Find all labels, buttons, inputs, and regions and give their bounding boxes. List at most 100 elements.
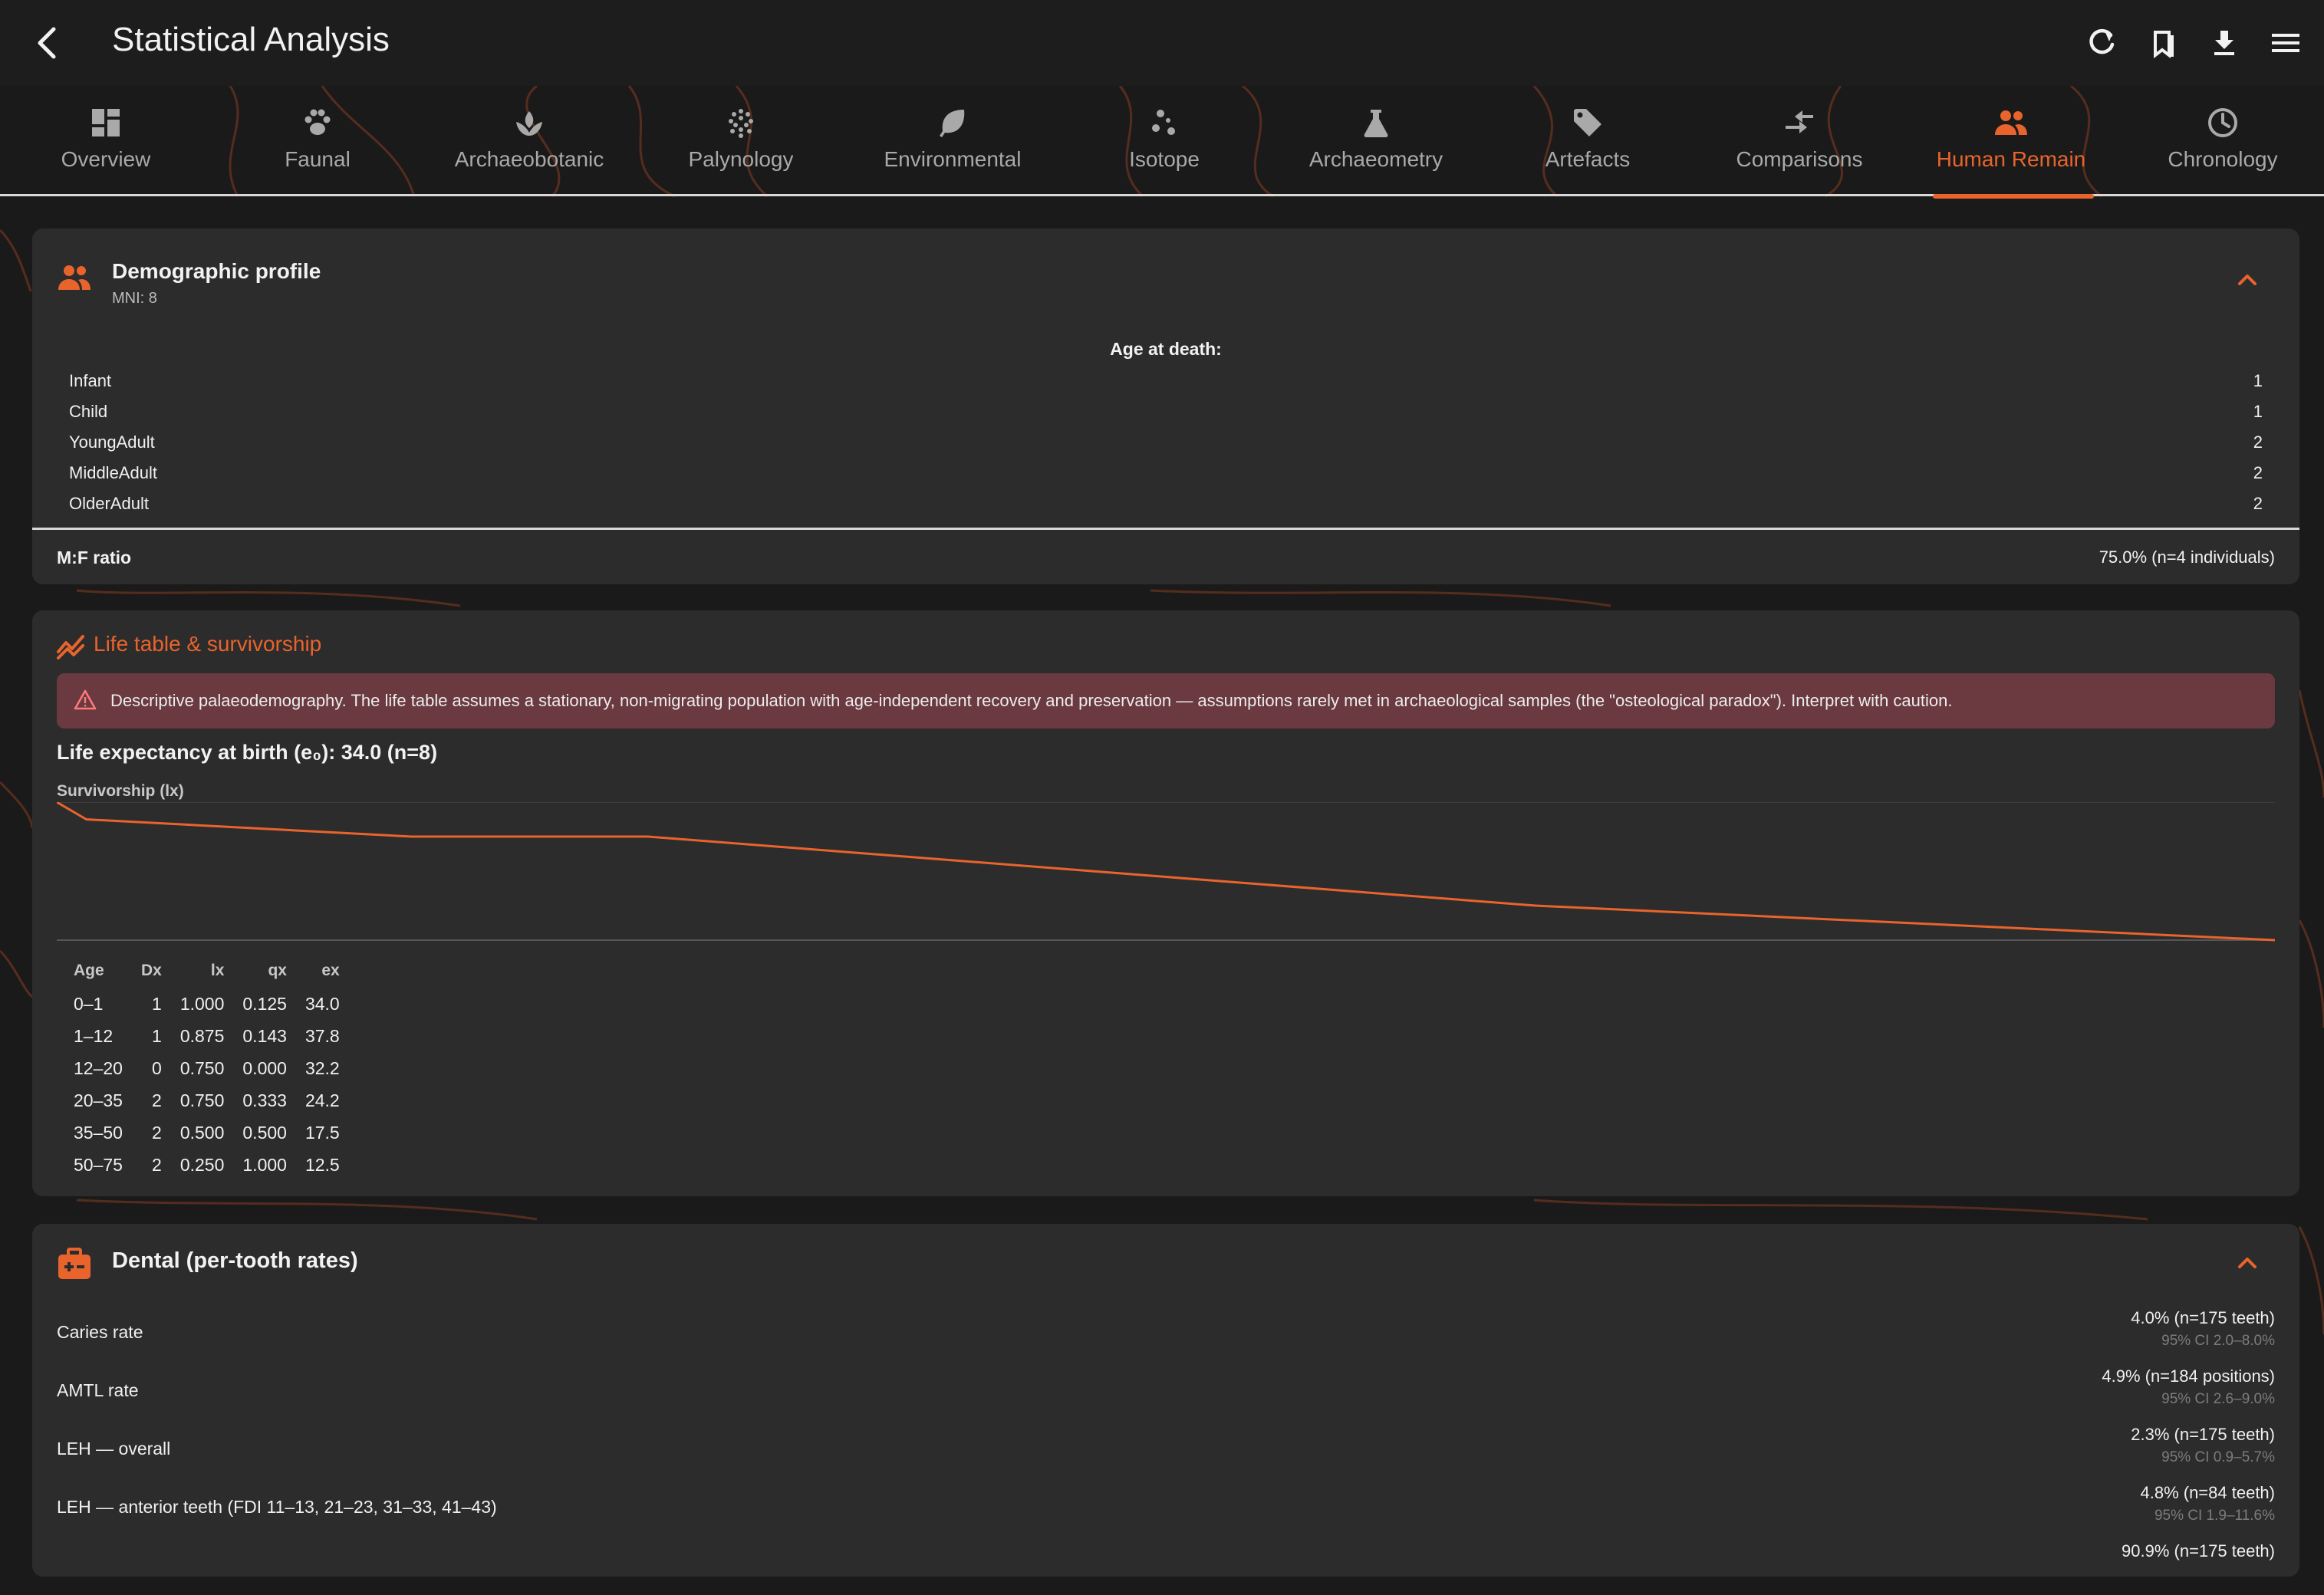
- table-row: 0–111.0000.12534.0: [64, 988, 349, 1020]
- pollen-icon: [723, 104, 759, 141]
- download-button[interactable]: [2194, 18, 2255, 67]
- dental-rate-label: LEH — anterior teeth (FDI 11–13, 21–23, …: [57, 1497, 497, 1518]
- tab-environmental[interactable]: Environmental: [847, 86, 1058, 196]
- age-category-count: 1: [2253, 371, 2263, 391]
- dental-rate-value: 90.9% (n=175 teeth): [2122, 1541, 2275, 1561]
- people-icon: [1993, 104, 2029, 141]
- life-table-cell: 32.2: [296, 1052, 349, 1084]
- life-table-cell: 0.750: [171, 1084, 234, 1116]
- life-table-cell: 0.125: [233, 988, 296, 1020]
- life-table-cell: 0.333: [233, 1084, 296, 1116]
- life-table-cell: 24.2: [296, 1084, 349, 1116]
- dental-rate-value: 4.8% (n=84 teeth): [2140, 1483, 2275, 1503]
- life-table-cell: 0: [132, 1052, 171, 1084]
- paw-icon: [299, 104, 336, 141]
- age-category-label: OlderAdult: [69, 494, 149, 514]
- trend-icon: [57, 632, 84, 663]
- life-table-cell: 1: [132, 988, 171, 1020]
- age-category-label: MiddleAdult: [69, 463, 157, 483]
- refresh-icon: [2085, 26, 2118, 60]
- life-table-cell: 1–12: [64, 1020, 132, 1052]
- compare-arrows-icon: [1781, 104, 1818, 141]
- age-category-label: YoungAdult: [69, 432, 155, 452]
- table-row: 12–2000.7500.00032.2: [64, 1052, 349, 1084]
- table-row: 20–3520.7500.33324.2: [64, 1084, 349, 1116]
- tab-chronology[interactable]: Chronology: [2117, 86, 2324, 196]
- dental-rate-row: 90.9% (n=175 teeth): [57, 1537, 2275, 1595]
- plant-icon: [511, 104, 548, 141]
- life-expectancy: Life expectancy at birth (e₀): 34.0 (n=8…: [57, 741, 437, 765]
- table-row: 50–7520.2501.00012.5: [64, 1149, 349, 1181]
- life-table-cell: 2: [132, 1149, 171, 1181]
- age-category-count: 2: [2253, 463, 2263, 483]
- flask-icon: [1358, 104, 1394, 141]
- demographic-profile-card: Demographic profile MNI: 8 Age at death:…: [32, 229, 2299, 584]
- collapse-button[interactable]: [2235, 267, 2260, 295]
- life-table-cell: 2: [132, 1084, 171, 1116]
- tab-comparisons[interactable]: Comparisons: [1694, 86, 1905, 196]
- life-table-cell: 0–1: [64, 988, 132, 1020]
- tab-faunal[interactable]: Faunal: [212, 86, 423, 196]
- age-at-death-heading: Age at death:: [32, 339, 2299, 360]
- dashboard-icon: [87, 104, 124, 141]
- life-table-header: Dx: [132, 954, 171, 988]
- refresh-button[interactable]: [2071, 18, 2132, 67]
- survivorship-line: [57, 802, 2275, 940]
- life-table-cell: 0.000: [233, 1052, 296, 1084]
- tab-isotope[interactable]: Isotope: [1058, 86, 1270, 196]
- people-icon: [57, 262, 92, 297]
- dental-card: Dental (per-tooth rates) Caries rate4.0%…: [32, 1224, 2299, 1577]
- age-category-label: Infant: [69, 371, 111, 391]
- life-table-cell: 0.500: [233, 1116, 296, 1149]
- life-table-cell: 17.5: [296, 1116, 349, 1149]
- life-table-title: Life table & survivorship: [94, 632, 321, 656]
- tab-artefacts[interactable]: Artefacts: [1482, 86, 1694, 196]
- life-table-cell: 37.8: [296, 1020, 349, 1052]
- life-table-cell: 1.000: [171, 988, 234, 1020]
- life-table-cell: 34.0: [296, 988, 349, 1020]
- life-table-cell: 20–35: [64, 1084, 132, 1116]
- table-row: 35–5020.5000.50017.5: [64, 1116, 349, 1149]
- life-table-cell: 0.250: [171, 1149, 234, 1181]
- dental-rate-label: Caries rate: [57, 1322, 143, 1343]
- mf-ratio-label: M:F ratio: [57, 548, 131, 568]
- life-table-header: Age: [64, 954, 132, 988]
- life-table-cell: 2: [132, 1116, 171, 1149]
- dental-rate-ci: 95% CI 1.9–11.6%: [2154, 1508, 2275, 1524]
- mni-subtitle: MNI: 8: [112, 290, 157, 307]
- life-table-header: qx: [233, 954, 296, 988]
- table-row: 1–1210.8750.14337.8: [64, 1020, 349, 1052]
- age-category-count: 1: [2253, 402, 2263, 422]
- life-table-cell: 50–75: [64, 1149, 132, 1181]
- dental-rate-row: AMTL rate4.9% (n=184 positions)95% CI 2.…: [57, 1362, 2275, 1420]
- menu-button[interactable]: [2255, 18, 2316, 67]
- dental-rate-row: Caries rate4.0% (n=175 teeth)95% CI 2.0–…: [57, 1304, 2275, 1362]
- tab-archaeobotanic[interactable]: Archaeobotanic: [423, 86, 635, 196]
- life-table-cell: 0.875: [171, 1020, 234, 1052]
- age-category-count: 2: [2253, 432, 2263, 452]
- life-table-cell: 0.750: [171, 1052, 234, 1084]
- tab-overview[interactable]: Overview: [0, 86, 212, 196]
- app-bar-actions: [2071, 18, 2316, 67]
- back-button[interactable]: [26, 21, 69, 64]
- bookmarks-button[interactable]: [2132, 18, 2194, 67]
- tab-human-remains[interactable]: Human Remain: [1905, 86, 2117, 196]
- demographic-title: Demographic profile: [112, 259, 321, 284]
- dental-rate-row: LEH — overall2.3% (n=175 teeth)95% CI 0.…: [57, 1420, 2275, 1478]
- age-category-count: 2: [2253, 494, 2263, 514]
- life-table: AgeDxlxqxex 0–111.0000.12534.01–1210.875…: [64, 954, 349, 1181]
- dental-rate-value: 4.9% (n=184 positions): [2102, 1366, 2275, 1386]
- life-table-cell: 12–20: [64, 1052, 132, 1084]
- collapse-button[interactable]: [2235, 1250, 2260, 1278]
- download-icon: [2207, 26, 2241, 60]
- leaf-icon: [934, 104, 971, 141]
- mf-ratio-value: 75.0% (n=4 individuals): [2099, 548, 2275, 567]
- dental-rate-row: LEH — anterior teeth (FDI 11–13, 21–23, …: [57, 1478, 2275, 1537]
- tag-icon: [1569, 104, 1606, 141]
- life-table-cell: 1: [132, 1020, 171, 1052]
- warning-icon: [74, 689, 97, 712]
- tab-archaeometry[interactable]: Archaeometry: [1270, 86, 1482, 196]
- dental-rate-label: AMTL rate: [57, 1380, 139, 1401]
- life-table-cell: 12.5: [296, 1149, 349, 1181]
- tab-palynology[interactable]: Palynology: [635, 86, 847, 196]
